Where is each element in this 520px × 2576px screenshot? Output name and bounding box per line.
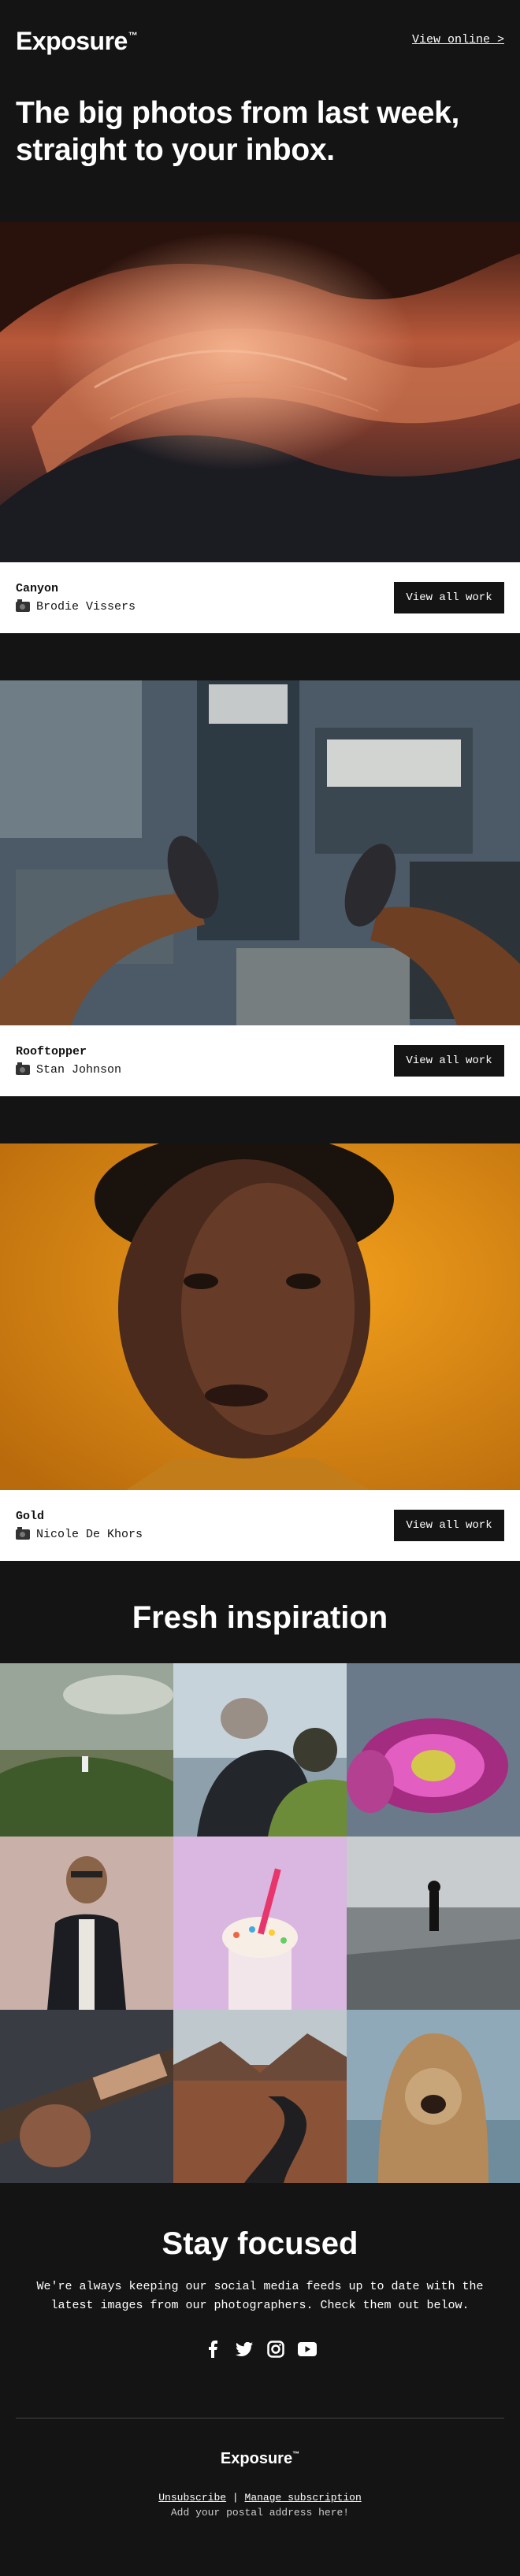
view-online-link[interactable]: View online > bbox=[412, 33, 504, 46]
grid-photo-couple[interactable] bbox=[173, 1663, 347, 1837]
footer-links: Unsubscribe | Manage subscription bbox=[0, 2492, 520, 2504]
email-container: Exposure™ View online > The big photos f… bbox=[0, 0, 520, 2576]
camera-icon bbox=[16, 599, 30, 612]
focus-text: We're always keeping our social media fe… bbox=[36, 2280, 484, 2312]
footer: Exposure™ Unsubscribe | Manage subscript… bbox=[0, 2418, 520, 2576]
author-name: Brodie Vissers bbox=[36, 600, 136, 613]
fresh-section-header: Fresh inspiration bbox=[0, 1561, 520, 1663]
photo-author: Stan Johnson bbox=[16, 1062, 122, 1077]
fresh-title: Fresh inspiration bbox=[132, 1600, 388, 1635]
photo-title: Canyon bbox=[16, 582, 59, 595]
footer-logo: Exposure™ bbox=[0, 2450, 520, 2468]
camera-icon bbox=[16, 1527, 30, 1540]
footer-logo-text: Exposure bbox=[220, 2450, 293, 2467]
photo-title: Rooftopper bbox=[16, 1045, 87, 1058]
rooftopper-photo[interactable] bbox=[0, 680, 520, 1025]
logo-text: Exposure bbox=[16, 27, 128, 55]
grid-photo-milkshake[interactable] bbox=[173, 1837, 347, 2010]
postal-address: Add your postal address here! bbox=[170, 2507, 350, 2519]
canyon-photo[interactable] bbox=[0, 222, 520, 562]
view-all-work-button[interactable]: View all work bbox=[394, 582, 504, 613]
milkshake-image bbox=[173, 1837, 347, 2010]
focus-title: Stay focused bbox=[162, 2226, 358, 2261]
instagram-icon[interactable] bbox=[266, 2340, 285, 2359]
hero-title: The big photos from last week, straight … bbox=[16, 96, 460, 167]
grid-photo-landscape[interactable] bbox=[0, 1663, 173, 1837]
author-name: Stan Johnson bbox=[36, 1063, 122, 1077]
facebook-icon[interactable] bbox=[203, 2340, 222, 2359]
guitar-image bbox=[0, 2010, 173, 2183]
social-links bbox=[0, 2337, 520, 2361]
author-name: Nicole De Khors bbox=[36, 1528, 143, 1541]
photo-card: Rooftopper Stan Johnson View all work bbox=[0, 680, 520, 1096]
landscape-image bbox=[0, 1663, 173, 1837]
twitter-icon[interactable] bbox=[235, 2340, 254, 2359]
unsubscribe-link[interactable]: Unsubscribe bbox=[158, 2492, 226, 2504]
logo-trademark: ™ bbox=[128, 30, 138, 41]
couple-image bbox=[173, 1663, 347, 1837]
social-section: Stay focused We're always keeping our so… bbox=[0, 2183, 520, 2361]
grid-photo-road[interactable] bbox=[173, 2010, 347, 2183]
footer-separator: | bbox=[232, 2492, 239, 2504]
photo-author: Brodie Vissers bbox=[16, 599, 136, 613]
footer-logo-trademark: ™ bbox=[292, 2450, 300, 2458]
pug-image bbox=[347, 2010, 520, 2183]
header: Exposure™ View online > bbox=[0, 0, 520, 87]
logo: Exposure™ bbox=[16, 27, 138, 56]
photo-title: Gold bbox=[16, 1510, 45, 1523]
grid-photo-guitar[interactable] bbox=[0, 2010, 173, 2183]
photo-grid bbox=[0, 1663, 520, 2183]
photo-card: Gold Nicole De Khors View all work bbox=[0, 1143, 520, 1561]
photo-caption: Gold Nicole De Khors View all work bbox=[0, 1490, 520, 1561]
view-all-work-button[interactable]: View all work bbox=[394, 1045, 504, 1077]
photo-author: Nicole De Khors bbox=[16, 1527, 143, 1541]
photo-card: Canyon Brodie Vissers View all work bbox=[0, 222, 520, 633]
camera-icon bbox=[16, 1062, 30, 1075]
photo-caption: Rooftopper Stan Johnson View all work bbox=[0, 1025, 520, 1096]
gold-portrait-photo[interactable] bbox=[0, 1143, 520, 1490]
grid-photo-runner[interactable] bbox=[347, 1837, 520, 2010]
grid-photo-man[interactable] bbox=[0, 1837, 173, 2010]
photo-caption: Canyon Brodie Vissers View all work bbox=[0, 562, 520, 633]
runner-image bbox=[347, 1837, 520, 2010]
road-image bbox=[173, 2010, 347, 2183]
grid-photo-flower[interactable] bbox=[347, 1663, 520, 1837]
manage-subscription-link[interactable]: Manage subscription bbox=[245, 2492, 362, 2504]
view-all-work-button[interactable]: View all work bbox=[394, 1510, 504, 1541]
youtube-icon[interactable] bbox=[298, 2340, 317, 2359]
man-image bbox=[0, 1837, 173, 2010]
flower-image bbox=[347, 1663, 520, 1837]
grid-photo-pug[interactable] bbox=[347, 2010, 520, 2183]
